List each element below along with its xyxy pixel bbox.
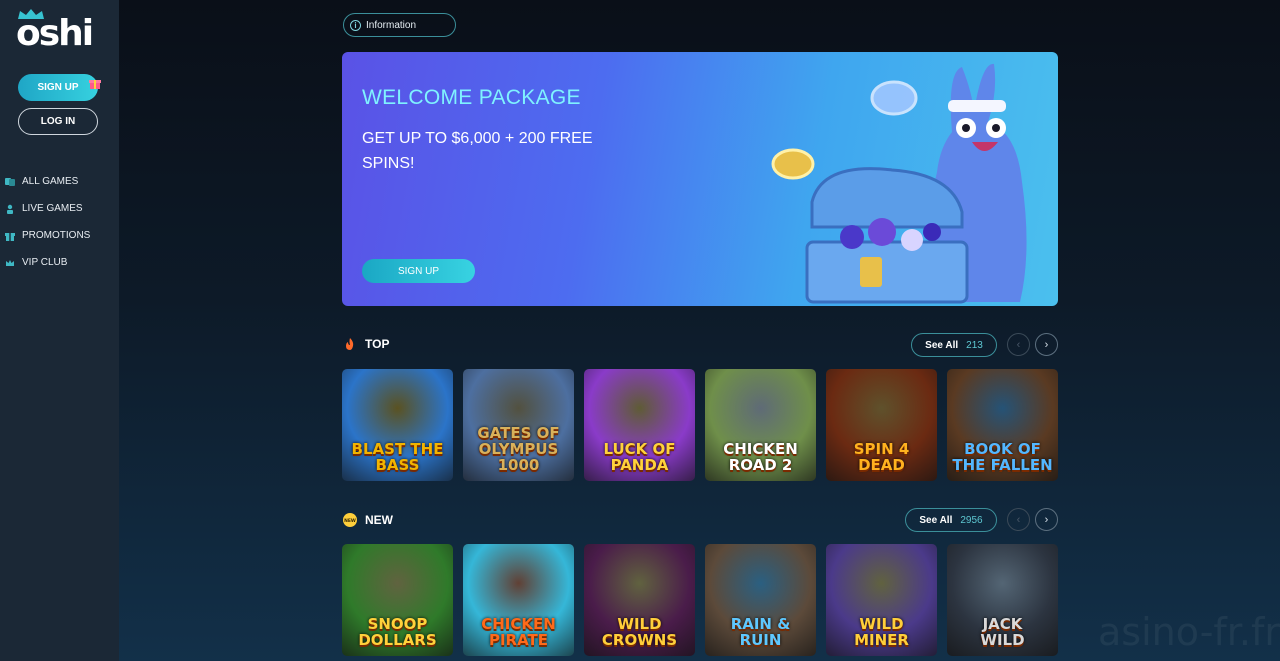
- sidebar-item-promotions[interactable]: PROMOTIONS: [5, 222, 90, 249]
- sidebar-item-live-games[interactable]: LIVE GAMES: [5, 195, 90, 222]
- sidebar-item-label: ALL GAMES: [22, 176, 79, 187]
- game-tile[interactable]: SNOOP DOLLARS: [342, 544, 453, 656]
- crown-icon: [6, 259, 14, 266]
- game-tile[interactable]: GATES of OLYMPUS 1000: [463, 369, 574, 481]
- welcome-banner[interactable]: WELCOME PACKAGE GET UP TO $6,000 + 200 F…: [342, 52, 1058, 306]
- see-all-label: See All: [925, 339, 959, 351]
- oshi-logo[interactable]: oshi: [16, 8, 106, 54]
- banner-signup-label: SIGN UP: [397, 265, 440, 277]
- game-title: JACK WILD: [980, 615, 1025, 649]
- game-tile[interactable]: WILD MINER: [826, 544, 937, 656]
- game-title: SNOOP DOLLARS: [358, 615, 437, 649]
- new-games-row: SNOOP DOLLARS CHICKEN PIRATE WILD CROWNS…: [342, 544, 1058, 656]
- game-tile[interactable]: CHICKEN PIRATE: [463, 544, 574, 656]
- gift-icon: [5, 232, 15, 241]
- new-prev-button[interactable]: ‹: [1007, 508, 1030, 531]
- game-tile[interactable]: RAIN & RUIN: [705, 544, 816, 656]
- game-title: SPIN 4 DEAD: [853, 440, 910, 474]
- sidebar-nav: ALL GAMES LIVE GAMES PROMOTIONS VIP CLUB: [5, 168, 90, 276]
- new-see-all-button[interactable]: See All 2956: [905, 508, 997, 532]
- information-label: Information: [366, 19, 417, 31]
- game-tile[interactable]: SPIN 4 DEAD: [826, 369, 937, 481]
- game-tile[interactable]: CHICKEN ROAD 2: [705, 369, 816, 481]
- game-tile[interactable]: LUCK of PANDA: [584, 369, 695, 481]
- game-title: WILD CROWNS: [601, 615, 678, 649]
- banner-subtitle: GET UP TO $6,000 + 200 FREE SPINS!: [362, 130, 593, 172]
- cards-icon: [5, 177, 15, 186]
- game-tile[interactable]: JACK WILD: [947, 544, 1058, 656]
- top-games-row: BLAST THE BASS GATES of OLYMPUS 1000 LUC…: [342, 369, 1058, 481]
- login-label: LOG IN: [40, 116, 76, 127]
- chevron-left-icon: ‹: [1016, 338, 1021, 351]
- dealer-icon: [7, 204, 13, 214]
- game-tile[interactable]: WILD CROWNS: [584, 544, 695, 656]
- game-title: BLAST THE BASS: [351, 440, 444, 474]
- signup-button[interactable]: SIGN UP: [18, 74, 101, 101]
- chevron-left-icon: ‹: [1016, 513, 1021, 526]
- sidebar-item-label: LIVE GAMES: [22, 203, 83, 214]
- game-tile[interactable]: BLAST THE BASS: [342, 369, 453, 481]
- gift-icon: [89, 80, 101, 89]
- new-badge-icon: NEW: [343, 513, 357, 527]
- banner-signup-button[interactable]: SIGN UP: [362, 259, 475, 283]
- game-title: BOOK OF THE FALLEN: [952, 440, 1053, 474]
- sidebar: oshi SIGN UP LOG IN ALL GAMES LIVE GAMES: [0, 0, 119, 661]
- signup-label: SIGN UP: [37, 82, 79, 93]
- sidebar-item-label: VIP CLUB: [22, 257, 68, 268]
- game-title: RAIN & RUIN: [730, 615, 791, 649]
- banner-title: WELCOME PACKAGE: [362, 86, 581, 109]
- info-icon: i: [350, 19, 361, 31]
- game-tile[interactable]: BOOK OF THE FALLEN: [947, 369, 1058, 481]
- chevron-right-icon: ›: [1044, 338, 1049, 351]
- top-prev-button[interactable]: ‹: [1007, 333, 1030, 356]
- section-new-header: NEW NEW: [343, 510, 393, 530]
- top-see-all-button[interactable]: See All 213: [911, 333, 997, 357]
- chevron-right-icon: ›: [1044, 513, 1049, 526]
- logo-text: oshi: [16, 13, 94, 54]
- new-next-button[interactable]: ›: [1035, 508, 1058, 531]
- game-title: GATES of OLYMPUS 1000: [477, 424, 560, 474]
- watermark: asino-fr.fr: [1098, 610, 1280, 654]
- game-title: WILD MINER: [854, 615, 909, 649]
- game-title: CHICKEN ROAD 2: [723, 440, 798, 474]
- sidebar-item-vip-club[interactable]: VIP CLUB: [5, 249, 90, 276]
- svg-text:NEW: NEW: [344, 518, 356, 524]
- top-next-button[interactable]: ›: [1035, 333, 1058, 356]
- see-all-label: See All: [919, 514, 953, 526]
- top-count-badge: 213: [966, 339, 983, 351]
- new-count-badge: 2956: [960, 514, 983, 526]
- sidebar-item-all-games[interactable]: ALL GAMES: [5, 168, 90, 195]
- section-top-title: TOP: [365, 337, 390, 351]
- fire-icon: [346, 338, 354, 350]
- game-title: CHICKEN PIRATE: [481, 615, 556, 649]
- sidebar-item-label: PROMOTIONS: [22, 230, 91, 241]
- game-title: LUCK of PANDA: [603, 440, 676, 474]
- information-button[interactable]: i Information: [343, 13, 456, 37]
- login-button[interactable]: LOG IN: [18, 108, 98, 135]
- treasure-chest-mascot-illustration: [771, 63, 1027, 304]
- section-new-title: NEW: [365, 513, 393, 527]
- section-top-header: TOP: [343, 334, 389, 354]
